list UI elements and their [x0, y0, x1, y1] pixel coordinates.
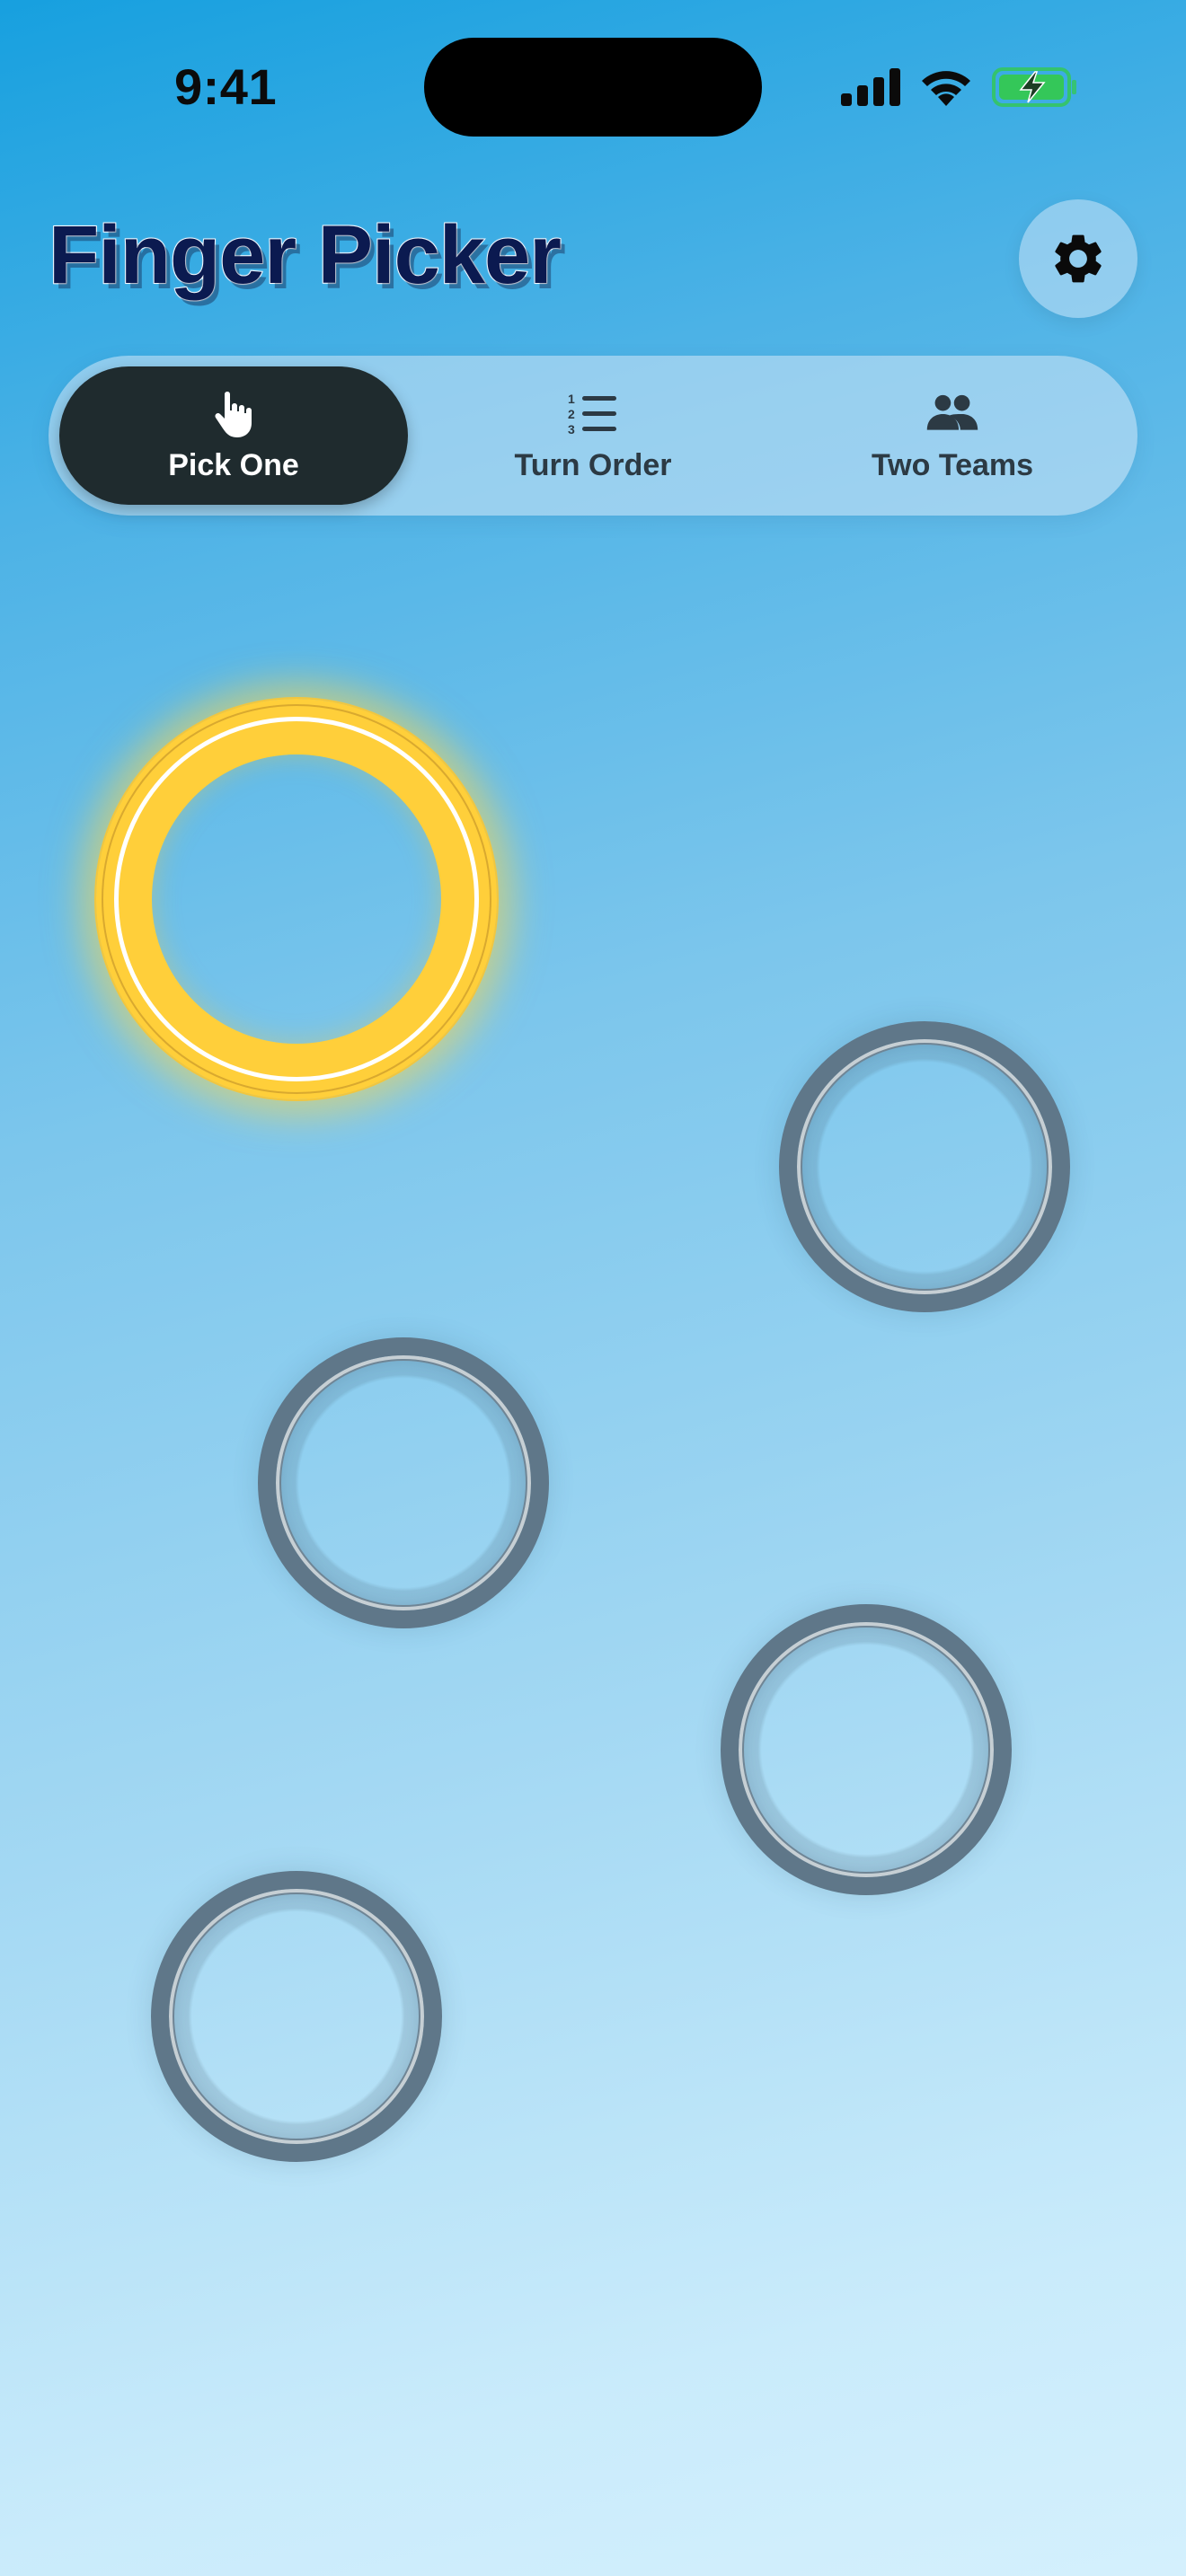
settings-button[interactable]: [1019, 199, 1137, 318]
finger-circle: [721, 1604, 1012, 1895]
people-icon: [926, 394, 978, 430]
dynamic-island: [424, 38, 762, 137]
battery-charging-icon: [992, 67, 1076, 107]
svg-text:2: 2: [568, 407, 575, 421]
mode-tab-label: Pick One: [168, 447, 299, 482]
mode-tab-two-teams[interactable]: Two Teams: [778, 366, 1127, 505]
wifi-icon: [922, 71, 970, 106]
mode-selector: Pick One 1 2 3 Turn Order Two Teams: [49, 356, 1137, 516]
status-bar: 9:41: [0, 0, 1186, 171]
svg-text:3: 3: [568, 422, 575, 437]
mode-tab-turn-order[interactable]: 1 2 3 Turn Order: [419, 366, 767, 505]
status-time: 9:41: [174, 58, 278, 115]
mode-tab-pick-one[interactable]: Pick One: [59, 366, 408, 505]
finger-circle: [258, 1337, 549, 1628]
app-title: Finger Picker: [48, 208, 562, 302]
gear-icon: [1055, 234, 1102, 283]
numbered-list-icon: 1 2 3: [568, 392, 616, 437]
svg-text:1: 1: [568, 392, 575, 406]
finger-circle: [779, 1021, 1070, 1312]
finger-circle-winner: [96, 699, 497, 1099]
signal-bars-icon: [841, 68, 900, 106]
mode-tab-label: Two Teams: [871, 447, 1034, 482]
hand-pointer-icon: [215, 391, 252, 437]
finger-circle: [151, 1871, 442, 2162]
mode-tab-label: Turn Order: [514, 447, 672, 482]
